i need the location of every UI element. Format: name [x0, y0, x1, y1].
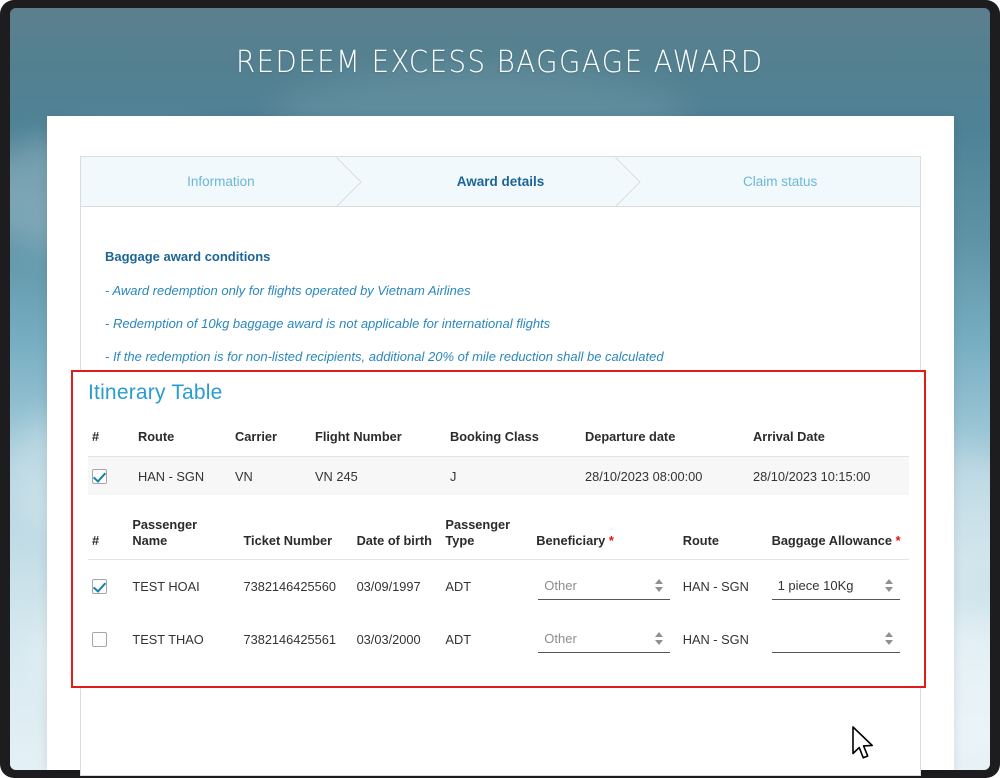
table-row: TEST THAO 7382146425561 03/03/2000 ADT O…	[88, 613, 909, 666]
chevron-up-icon	[655, 632, 663, 637]
chevron-down-icon	[885, 587, 893, 592]
passenger-name: TEST HOAI	[128, 560, 239, 613]
condition-line: - Redemption of 10kg baggage award is no…	[105, 316, 920, 331]
stepper: Information Award details	[81, 157, 920, 207]
spinner-arrows-icon[interactable]	[882, 630, 896, 648]
table-row: TEST HOAI 7382146425560 03/09/1997 ADT O…	[88, 560, 909, 613]
col-route: Route	[679, 507, 768, 559]
baggage-allowance-select[interactable]: 1 piece 10Kg	[772, 572, 900, 600]
col-number: #	[88, 507, 128, 559]
chevron-up-icon	[655, 579, 663, 584]
itinerary-section: Itinerary Table # Route Carrier Flight N…	[71, 370, 926, 688]
flight-departure-date: 28/10/2023 08:00:00	[581, 457, 749, 496]
chevron-down-icon	[655, 587, 663, 592]
flight-carrier: VN	[231, 457, 311, 496]
baggage-allowance-value: 1 piece 10Kg	[772, 578, 882, 593]
condition-line: - If the redemption is for non-listed re…	[105, 349, 920, 364]
flight-number: VN 245	[311, 457, 446, 496]
passenger-type: ADT	[441, 613, 532, 666]
beneficiary-cell: Other	[532, 613, 678, 666]
chevron-down-icon	[655, 640, 663, 645]
col-passenger-type: Passenger Type	[441, 507, 532, 559]
chevron-right-icon	[615, 157, 641, 207]
col-passenger-name: Passenger Name	[128, 507, 239, 559]
conditions-title: Baggage award conditions	[105, 249, 920, 264]
device-frame: REDEEM EXCESS BAGGAGE AWARD Information …	[0, 0, 1000, 778]
col-carrier: Carrier	[231, 419, 311, 457]
chevron-up-icon	[885, 579, 893, 584]
chevron-right-icon	[336, 157, 362, 207]
flight-table: # Route Carrier Flight Number Booking Cl…	[88, 419, 909, 495]
passenger-table: # Passenger Name Ticket Number Date of b…	[88, 507, 909, 665]
spinner-arrows-icon[interactable]	[652, 630, 666, 648]
required-asterisk: *	[896, 533, 901, 548]
flight-select-cell	[88, 457, 134, 496]
condition-line: - Award redemption only for flights oper…	[105, 283, 920, 298]
flight-table-container: # Route Carrier Flight Number Booking Cl…	[73, 405, 924, 495]
table-row: HAN - SGN VN VN 245 J 28/10/2023 08:00:0…	[88, 457, 909, 496]
baggage-allowance-select[interactable]	[772, 625, 900, 653]
col-ticket-number: Ticket Number	[239, 507, 352, 559]
col-departure-date: Departure date	[581, 419, 749, 457]
passenger-date-of-birth: 03/09/1997	[353, 560, 442, 613]
chevron-down-icon	[885, 640, 893, 645]
col-beneficiary: Beneficiary *	[532, 507, 678, 559]
passenger-ticket-number: 7382146425560	[239, 560, 352, 613]
beneficiary-select[interactable]: Other	[538, 572, 670, 600]
beneficiary-select[interactable]: Other	[538, 625, 670, 653]
step-label: Information	[187, 174, 255, 189]
passenger-ticket-number: 7382146425561	[239, 613, 352, 666]
passenger-checkbox[interactable]	[92, 632, 107, 647]
flight-checkbox[interactable]	[92, 469, 107, 484]
baggage-allowance-cell: 1 piece 10Kg	[768, 560, 909, 613]
col-flight-number: Flight Number	[311, 419, 446, 457]
col-date-of-birth: Date of birth	[353, 507, 442, 559]
itinerary-title: Itinerary Table	[73, 372, 924, 405]
passenger-table-container: # Passenger Name Ticket Number Date of b…	[73, 495, 924, 665]
passenger-type: ADT	[441, 560, 532, 613]
step-information[interactable]: Information	[81, 157, 361, 206]
col-baggage-allowance: Baggage Allowance *	[768, 507, 909, 559]
passenger-route: HAN - SGN	[679, 613, 768, 666]
col-baggage-label: Baggage Allowance	[772, 533, 892, 548]
spinner-arrows-icon[interactable]	[882, 577, 896, 595]
col-booking-class: Booking Class	[446, 419, 581, 457]
page-title: REDEEM EXCESS BAGGAGE AWARD	[236, 45, 764, 80]
beneficiary-value: Other	[538, 631, 652, 646]
table-header-row: # Route Carrier Flight Number Booking Cl…	[88, 419, 909, 457]
passenger-route: HAN - SGN	[679, 560, 768, 613]
required-asterisk: *	[609, 533, 614, 548]
step-label: Claim status	[743, 174, 817, 189]
chevron-up-icon	[885, 632, 893, 637]
passenger-checkbox[interactable]	[92, 579, 107, 594]
spinner-arrows-icon[interactable]	[652, 577, 666, 595]
flight-route: HAN - SGN	[134, 457, 231, 496]
table-header-row: # Passenger Name Ticket Number Date of b…	[88, 507, 909, 559]
step-claim-status[interactable]: Claim status	[640, 157, 920, 206]
passenger-select-cell	[88, 560, 128, 613]
col-beneficiary-label: Beneficiary	[536, 533, 605, 548]
beneficiary-value: Other	[538, 578, 652, 593]
flight-arrival-date: 28/10/2023 10:15:00	[749, 457, 909, 496]
passenger-date-of-birth: 03/03/2000	[353, 613, 442, 666]
page-header: REDEEM EXCESS BAGGAGE AWARD	[10, 8, 990, 116]
passenger-select-cell	[88, 613, 128, 666]
step-label: Award details	[457, 174, 545, 189]
col-route: Route	[134, 419, 231, 457]
passenger-name: TEST THAO	[128, 613, 239, 666]
col-number: #	[88, 419, 134, 457]
col-arrival-date: Arrival Date	[749, 419, 909, 457]
beneficiary-cell: Other	[532, 560, 678, 613]
baggage-allowance-cell	[768, 613, 909, 666]
flight-booking-class: J	[446, 457, 581, 496]
conditions-section: Baggage award conditions - Award redempt…	[81, 207, 920, 364]
step-award-details[interactable]: Award details	[361, 157, 641, 206]
